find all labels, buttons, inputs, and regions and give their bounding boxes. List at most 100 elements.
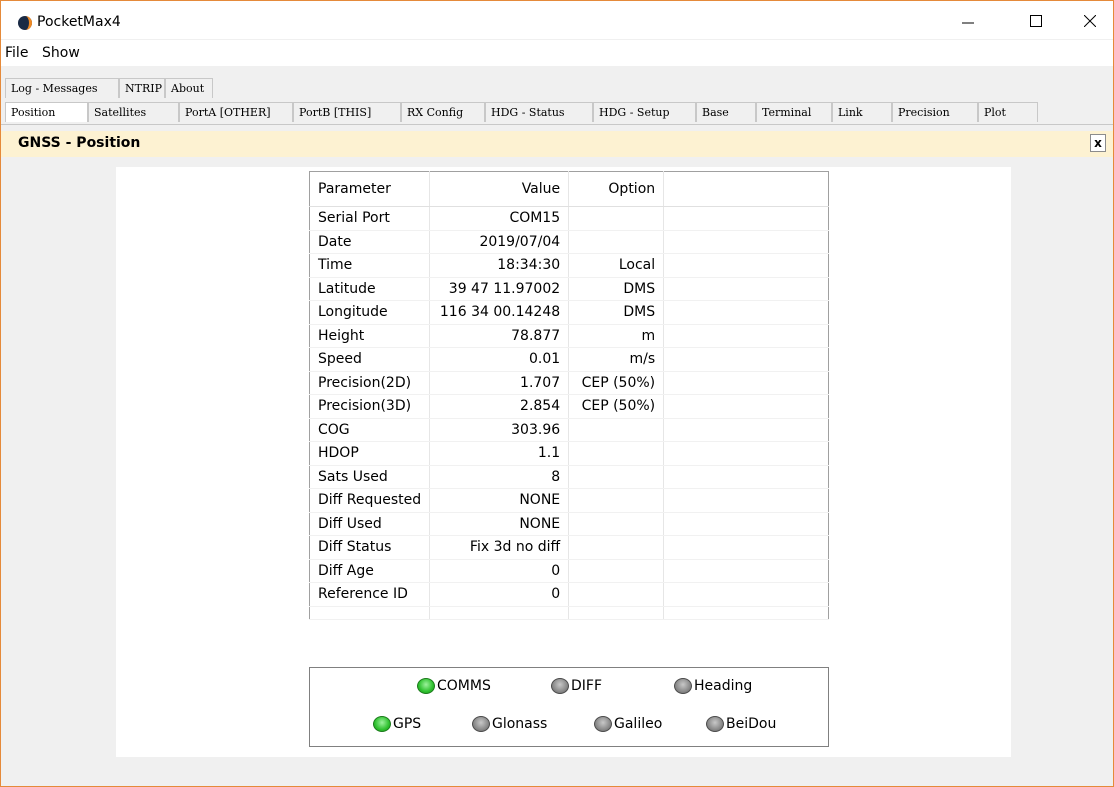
tab-link[interactable]: Link	[832, 102, 892, 122]
cell-option	[568, 441, 665, 466]
led-beidou-icon	[706, 716, 724, 732]
led-diff-icon	[551, 678, 569, 694]
table-row: Precision(3D) 2.854 CEP (50%)	[309, 394, 829, 419]
cell-empty	[309, 606, 431, 620]
tab-about[interactable]: About	[165, 78, 213, 98]
cell-option	[568, 582, 665, 607]
tab-ntrip[interactable]: NTRIP	[119, 78, 165, 98]
panel-header: GNSS - Position x	[1, 131, 1113, 157]
cell-parameter: Latitude	[309, 277, 431, 301]
column-header-extra	[663, 171, 829, 207]
cell-parameter: Diff Used	[309, 512, 431, 536]
cell-empty	[429, 606, 570, 620]
minimize-icon	[962, 22, 974, 24]
minimize-button[interactable]	[945, 5, 991, 37]
cell-value: 303.96	[429, 418, 570, 442]
cell-extra	[663, 277, 829, 301]
close-panel-button[interactable]: x	[1090, 134, 1106, 152]
cell-parameter: Time	[309, 253, 431, 278]
tab-base[interactable]: Base	[696, 102, 756, 122]
cell-extra	[663, 324, 829, 348]
app-logo-icon	[18, 16, 32, 30]
cell-parameter: Date	[309, 230, 431, 254]
status-label: Galileo	[614, 716, 663, 732]
tab-log-messages[interactable]: Log - Messages	[5, 78, 119, 98]
led-galileo-icon	[594, 716, 612, 732]
tab-porta[interactable]: PortA [OTHER]	[179, 102, 293, 122]
table-row: Precision(2D) 1.707 CEP (50%)	[309, 371, 829, 395]
cell-option	[568, 418, 665, 442]
led-glonass-icon	[472, 716, 490, 732]
cell-extra	[663, 300, 829, 325]
cell-extra	[663, 559, 829, 583]
cell-parameter: Longitude	[309, 300, 431, 325]
tab-hdg-setup[interactable]: HDG - Setup	[593, 102, 696, 122]
cell-option: DMS	[568, 277, 665, 301]
cell-option	[568, 230, 665, 254]
tab-rx-config[interactable]: RX Config	[401, 102, 485, 122]
table-row: Diff Requested NONE	[309, 488, 829, 513]
cell-extra	[663, 441, 829, 466]
cell-extra	[663, 371, 829, 395]
cell-parameter: Precision(2D)	[309, 371, 431, 395]
tab-plot[interactable]: Plot	[978, 102, 1038, 122]
tab-satellites[interactable]: Satellites	[88, 102, 179, 122]
cell-parameter: COG	[309, 418, 431, 442]
led-heading-icon	[674, 678, 692, 694]
cell-empty	[663, 606, 829, 620]
table-row-empty	[309, 606, 829, 620]
tab-position[interactable]: Position	[5, 102, 88, 122]
menu-bar: File Show	[1, 40, 1113, 66]
tab-precision[interactable]: Precision	[892, 102, 978, 122]
maximize-icon	[1030, 15, 1042, 27]
tab-portb[interactable]: PortB [THIS]	[293, 102, 401, 122]
cell-option	[568, 559, 665, 583]
close-icon	[1084, 15, 1096, 27]
menu-show[interactable]: Show	[42, 45, 80, 61]
tab-hdg-status[interactable]: HDG - Status	[485, 102, 593, 122]
cell-parameter: Diff Requested	[309, 488, 431, 513]
cell-empty	[568, 606, 665, 620]
status-label: GPS	[393, 716, 422, 732]
cell-extra	[663, 488, 829, 513]
led-gps-icon	[373, 716, 391, 732]
title-bar[interactable]: PocketMax4	[1, 1, 1113, 39]
status-label: BeiDou	[726, 716, 777, 732]
menu-file[interactable]: File	[5, 45, 28, 61]
column-header-parameter: Parameter	[309, 171, 431, 207]
cell-value: NONE	[429, 512, 570, 536]
table-row: Sats Used 8	[309, 465, 829, 489]
cell-value: 18:34:30	[429, 253, 570, 278]
cell-value: 116 34 00.14248	[429, 300, 570, 325]
panel-title: GNSS - Position	[18, 135, 141, 151]
position-table: Parameter Value Option Serial Port COM15 D…	[309, 171, 829, 620]
cell-parameter: Precision(3D)	[309, 394, 431, 419]
table-row: Diff Used NONE	[309, 512, 829, 536]
status-label: Heading	[694, 678, 753, 694]
close-window-button[interactable]	[1067, 5, 1113, 37]
cell-extra	[663, 535, 829, 560]
cell-extra	[663, 253, 829, 278]
cell-parameter: Diff Status	[309, 535, 431, 560]
cell-option	[568, 206, 665, 231]
tab-terminal[interactable]: Terminal	[756, 102, 832, 122]
cell-value: 0.01	[429, 347, 570, 372]
cell-option: CEP (50%)	[568, 394, 665, 419]
cell-extra	[663, 230, 829, 254]
maximize-button[interactable]	[1013, 5, 1059, 37]
table-row: COG 303.96	[309, 418, 829, 442]
cell-extra	[663, 347, 829, 372]
window-title: PocketMax4	[37, 14, 121, 30]
table-row: Longitude 116 34 00.14248 DMS	[309, 300, 829, 325]
tab-bar: Log - Messages NTRIP About Position Sate…	[1, 66, 1113, 126]
cell-option	[568, 465, 665, 489]
table-row: Date 2019/07/04	[309, 230, 829, 254]
status-label: DIFF	[571, 678, 603, 694]
cell-value: 2019/07/04	[429, 230, 570, 254]
column-header-option: Option	[568, 171, 665, 207]
cell-parameter: Height	[309, 324, 431, 348]
cell-option: m/s	[568, 347, 665, 372]
cell-option: DMS	[568, 300, 665, 325]
cell-parameter: Sats Used	[309, 465, 431, 489]
cell-extra	[663, 418, 829, 442]
